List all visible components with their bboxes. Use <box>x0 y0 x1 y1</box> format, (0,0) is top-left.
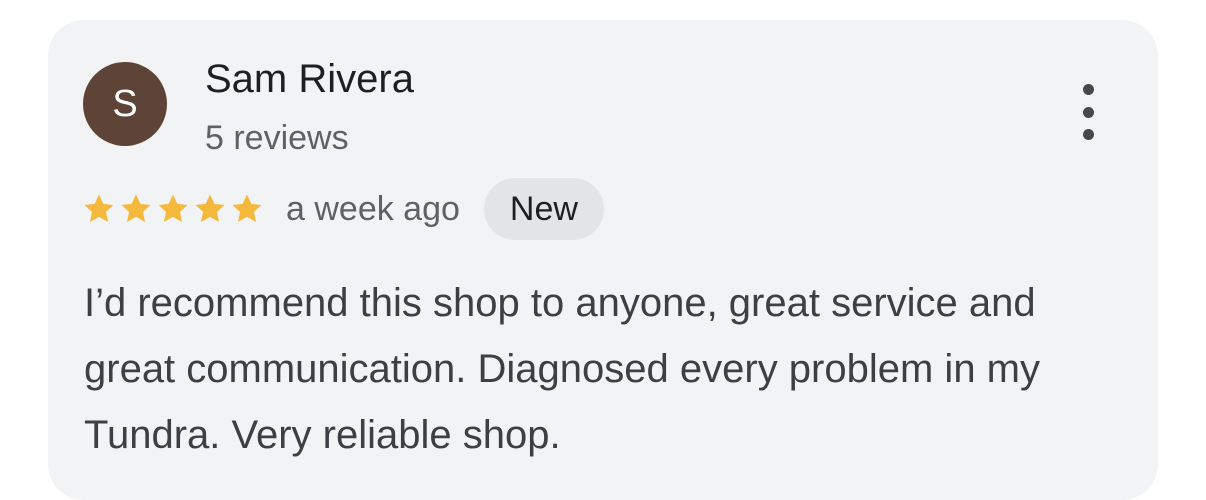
star-icon <box>82 192 116 226</box>
menu-dot <box>1082 84 1094 95</box>
menu-dot <box>1082 106 1094 118</box>
avatar[interactable]: S <box>83 62 167 146</box>
star-icon <box>230 192 264 226</box>
star-icon <box>193 192 227 226</box>
star-rating <box>82 192 264 226</box>
author-review-count[interactable]: 5 reviews <box>205 118 349 158</box>
star-icon <box>156 192 190 226</box>
review-time: a week ago <box>286 189 460 228</box>
review-text: I’d recommend this shop to anyone, great… <box>84 281 1040 457</box>
review-card: S Sam Rivera 5 reviews a week ago New I’… <box>48 20 1158 500</box>
more-vert-icon[interactable] <box>1068 84 1108 140</box>
star-icon <box>119 192 153 226</box>
new-badge: New <box>483 178 604 240</box>
author-name[interactable]: Sam Rivera <box>205 56 414 102</box>
menu-dot <box>1082 129 1094 140</box>
review-meta: a week ago New <box>82 178 604 240</box>
